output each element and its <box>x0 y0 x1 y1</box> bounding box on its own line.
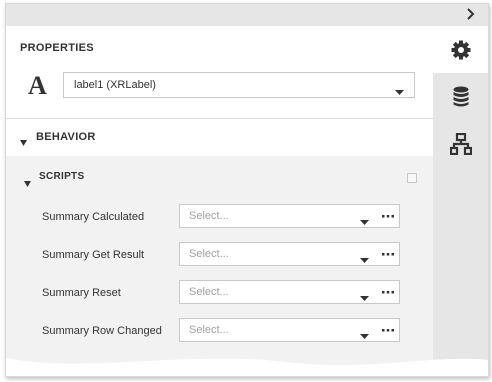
tab-field-list[interactable] <box>433 73 488 120</box>
properties-panel: PROPERTIES A label1 (XRLabel) BEHAVIOR S… <box>5 3 489 377</box>
collapse-triangle-icon <box>20 133 27 151</box>
script-select-input[interactable]: Select... <box>179 242 400 266</box>
control-type-icon: A <box>28 71 47 100</box>
ellipsis-button[interactable] <box>376 243 400 265</box>
gear-icon <box>451 40 470 59</box>
chevron-down-icon[interactable] <box>360 251 369 269</box>
select-placeholder: Select... <box>189 324 229 336</box>
collapse-triangle-icon <box>24 174 31 192</box>
chevron-down-icon <box>395 83 404 101</box>
select-placeholder: Select... <box>189 248 229 260</box>
ellipsis-icon <box>382 252 394 255</box>
torn-edge <box>6 358 488 376</box>
scripts-section: SCRIPTS Summary Calculated Select... Sum… <box>6 156 433 376</box>
properties-content: PROPERTIES A label1 (XRLabel) BEHAVIOR S… <box>6 26 433 376</box>
script-row-label: Summary Calculated <box>42 211 145 223</box>
script-row: Summary Get Result Select... <box>6 242 433 268</box>
ellipsis-button[interactable] <box>376 281 400 303</box>
panel-title: PROPERTIES <box>20 42 94 54</box>
script-select-input[interactable]: Select... <box>179 204 400 228</box>
side-tab-bar <box>433 26 488 376</box>
select-placeholder: Select... <box>189 210 229 222</box>
ellipsis-button[interactable] <box>376 205 400 227</box>
ellipsis-icon <box>382 290 394 293</box>
script-row-label: Summary Row Changed <box>42 325 162 337</box>
section-scripts-label: SCRIPTS <box>39 171 85 182</box>
hierarchy-icon <box>449 132 472 155</box>
select-placeholder: Select... <box>189 286 229 298</box>
control-selector[interactable]: label1 (XRLabel) <box>63 72 415 98</box>
script-select-input[interactable]: Select... <box>179 318 400 342</box>
chevron-right-icon <box>467 8 475 20</box>
database-icon <box>453 86 468 106</box>
selected-control-value: label1 (XRLabel) <box>74 79 156 91</box>
section-behavior-label: BEHAVIOR <box>36 131 96 143</box>
chevron-down-icon[interactable] <box>360 213 369 231</box>
chevron-down-icon[interactable] <box>360 289 369 307</box>
ellipsis-icon <box>382 328 394 331</box>
tab-properties[interactable] <box>433 26 488 73</box>
chevron-down-icon[interactable] <box>360 327 369 345</box>
collapse-panel-button[interactable] <box>464 7 478 21</box>
script-row: Summary Calculated Select... <box>6 204 433 230</box>
script-row: Summary Row Changed Select... <box>6 318 433 344</box>
script-row-label: Summary Reset <box>42 287 121 299</box>
panel-top-bar <box>6 4 488 26</box>
scripts-checkbox[interactable] <box>407 173 417 183</box>
ellipsis-icon <box>382 214 394 217</box>
ellipsis-button[interactable] <box>376 319 400 341</box>
script-select-input[interactable]: Select... <box>179 280 400 304</box>
script-row: Summary Reset Select... <box>6 280 433 306</box>
section-behavior[interactable]: BEHAVIOR <box>6 118 433 156</box>
tab-report-explorer[interactable] <box>433 120 488 167</box>
script-row-label: Summary Get Result <box>42 249 145 261</box>
section-scripts[interactable]: SCRIPTS <box>6 156 433 196</box>
